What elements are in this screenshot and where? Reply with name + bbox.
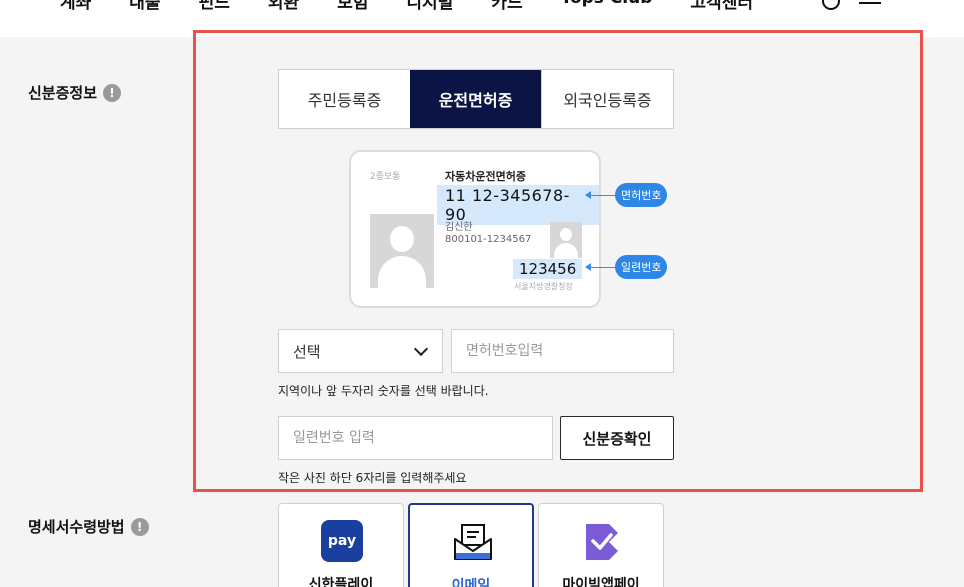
region-hint: 지역이나 앞 두자리 숫자를 선택 바랍니다. xyxy=(278,384,489,398)
nav-item[interactable]: 보험 xyxy=(337,0,368,13)
identity-section-label: 신분증정보 ! xyxy=(28,82,122,103)
receipt-option-label: 마이빅앱페이 xyxy=(562,577,640,587)
receipt-option-email[interactable]: 이메일 xyxy=(408,503,534,587)
serial-hint: 작은 사진 하단 6자리를 입력해주세요 xyxy=(278,471,467,485)
serial-number-input[interactable] xyxy=(278,416,553,460)
license-number-callout: 면허번호 xyxy=(615,183,668,207)
license-card-illustration: 2종보통 자동차운전면허증 11 12-345678-90 김신한 800101… xyxy=(349,150,601,308)
callout-line xyxy=(590,267,616,268)
nav-items: 계좌 대출 펀드 외환 보험 디지털 카드 Tops Club 고객센터 xyxy=(60,0,753,13)
receipt-label-text: 명세서수령방법 xyxy=(28,518,125,536)
info-icon[interactable]: ! xyxy=(103,83,122,102)
photo-placeholder xyxy=(370,214,434,288)
nav-item[interactable]: 계좌 xyxy=(60,0,91,13)
nav-item[interactable]: 카드 xyxy=(491,0,522,13)
issuer: 서울지방경찰청장 xyxy=(514,282,573,291)
receipt-option-mybig[interactable]: 마이빅앱페이 xyxy=(538,503,664,587)
chevron-down-icon xyxy=(413,341,429,357)
serial-number-callout: 일련번호 xyxy=(615,255,668,279)
tab-resident-card[interactable]: 주민등록증 xyxy=(279,70,410,128)
id-type-tabs: 주민등록증 운전면허증 외국인등록증 xyxy=(278,69,674,129)
license-type: 2종보통 xyxy=(370,172,401,182)
email-icon xyxy=(454,524,492,560)
search-icon[interactable] xyxy=(822,0,840,10)
holder-name: 김신한 xyxy=(445,222,473,233)
nav-item[interactable]: 디지털 xyxy=(406,0,453,13)
receipt-option-label: 이메일 xyxy=(451,578,491,587)
nav-item[interactable]: 펀드 xyxy=(199,0,230,13)
nav-item[interactable]: 대출 xyxy=(129,0,160,13)
callout-line xyxy=(590,195,616,196)
identity-label-text: 신분증정보 xyxy=(28,84,98,102)
receipt-option-label: 신한플레이 xyxy=(308,577,374,587)
nav-item[interactable]: 외환 xyxy=(268,0,299,13)
receipt-option-shinhan-play[interactable]: pay 신한플레이 xyxy=(278,503,404,587)
region-select-value: 선택 xyxy=(293,342,321,361)
hamburger-menu-icon[interactable] xyxy=(859,0,881,10)
tab-alien-registration[interactable]: 외국인등록증 xyxy=(541,70,673,128)
tab-drivers-license[interactable]: 운전면허증 xyxy=(410,70,541,128)
license-title: 자동차운전면허증 xyxy=(445,170,526,183)
region-select[interactable]: 선택 xyxy=(278,329,443,373)
nav-item[interactable]: 고객센터 xyxy=(690,0,753,13)
nav-item[interactable]: Tops Club xyxy=(561,0,653,13)
small-photo-placeholder xyxy=(550,222,582,258)
info-icon[interactable]: ! xyxy=(130,517,149,536)
mybig-app-icon xyxy=(586,524,618,560)
serial-number-sample: 123456 xyxy=(513,259,583,279)
license-number-input[interactable] xyxy=(451,329,674,373)
receipt-section-label: 명세서수령방법 ! xyxy=(28,516,149,537)
holder-rrn: 800101-1234567 xyxy=(445,234,532,245)
verify-id-button[interactable]: 신분증확인 xyxy=(560,416,674,460)
shinhan-pay-icon: pay xyxy=(321,520,363,562)
